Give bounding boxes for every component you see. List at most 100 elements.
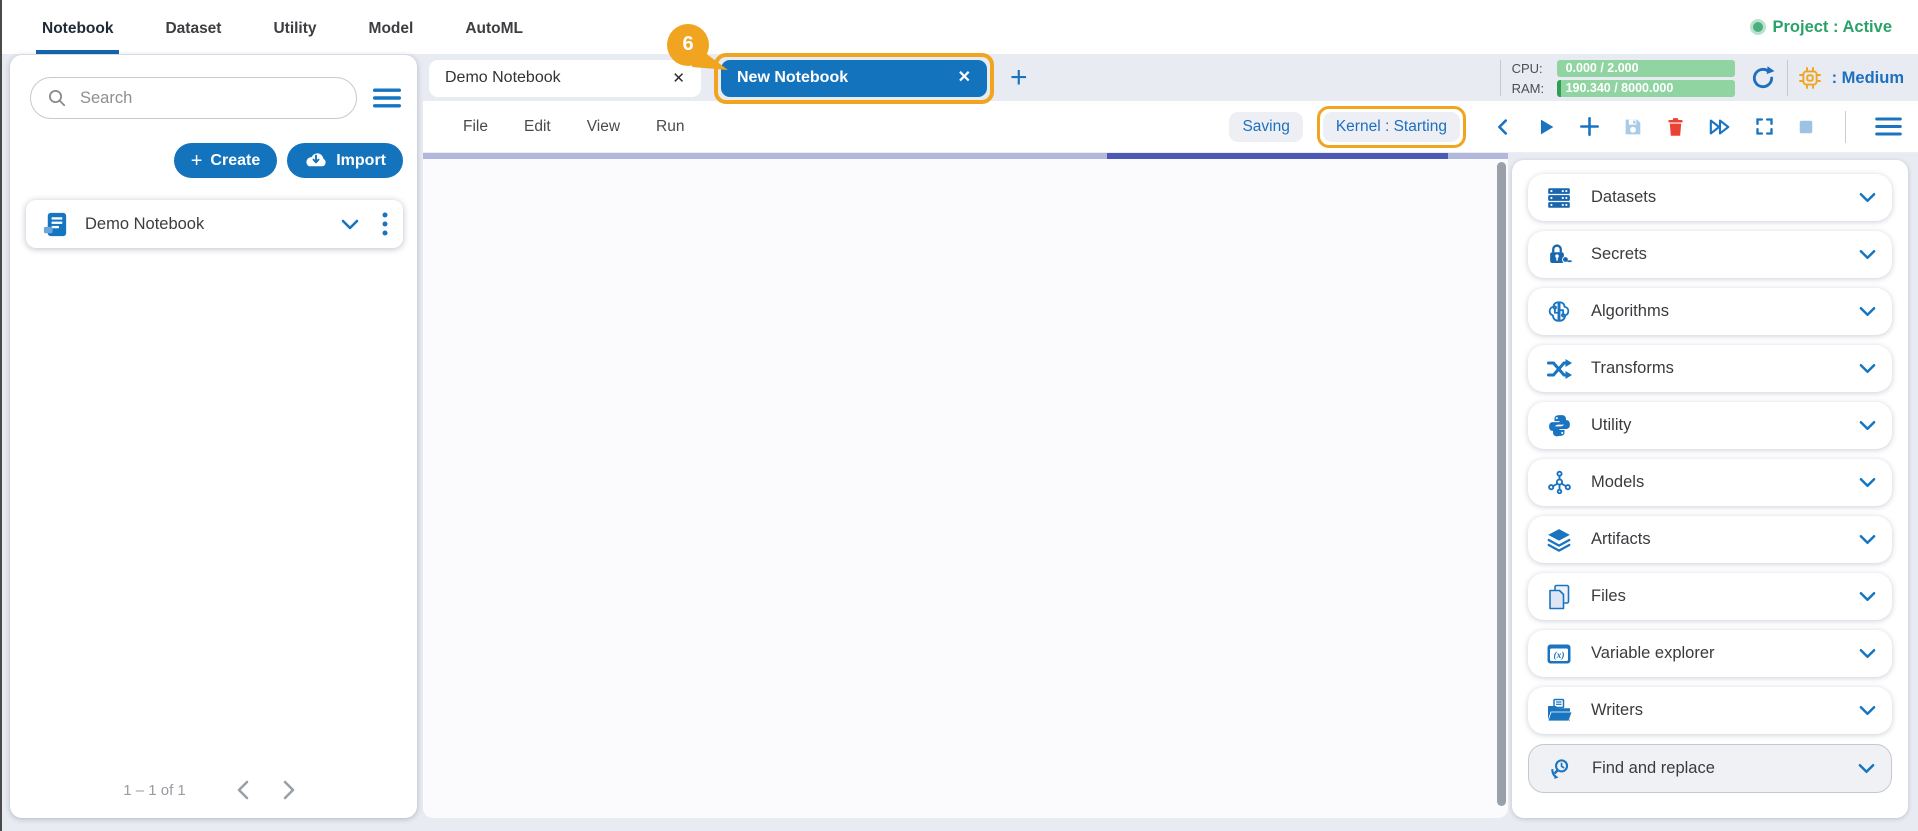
refresh-icon[interactable] [1750, 65, 1776, 91]
notebook-toolbar: File Edit View Run Saving Kernel : Start… [423, 101, 1918, 153]
chevron-down-icon[interactable] [1859, 648, 1876, 659]
nav-tab-model[interactable]: Model [363, 4, 420, 54]
annotation-ring-new-notebook: New Notebook ✕ [714, 52, 994, 104]
stop-icon[interactable] [1796, 117, 1816, 137]
panel-item-artifacts[interactable]: Artifacts [1528, 516, 1892, 563]
cpu-label: CPU: [1511, 60, 1543, 76]
panel-item-models[interactable]: Models [1528, 459, 1892, 506]
kernel-progress-bar [1106, 152, 1449, 159]
instance-size-label: : Medium [1831, 68, 1904, 87]
panel-item-files[interactable]: Files [1528, 573, 1892, 620]
annotation-ring-kernel: Kernel : Starting [1316, 105, 1466, 148]
menu-edit[interactable]: Edit [524, 118, 551, 136]
chevron-down-icon[interactable] [1859, 249, 1876, 260]
algorithms-icon [1544, 299, 1574, 325]
chevron-down-icon[interactable] [1859, 192, 1876, 203]
status-dot-icon [1753, 22, 1764, 32]
toolbar-menu-icon[interactable] [1875, 117, 1902, 136]
panel-item-utility[interactable]: Utility [1528, 402, 1892, 449]
kernel-status-badge: Kernel : Starting [1322, 111, 1460, 142]
cloud-download-icon [306, 153, 326, 167]
import-button[interactable]: Import [287, 143, 403, 178]
tab-new-notebook[interactable]: New Notebook ✕ [721, 59, 987, 97]
panel-item-transforms[interactable]: Transforms [1528, 345, 1892, 392]
vertical-scrollbar[interactable] [1497, 162, 1506, 806]
app-root: Notebook Dataset Utility Model AutoML Pr… [0, 0, 1918, 831]
pagination: 1 – 1 of 1 [10, 780, 417, 800]
models-icon [1544, 470, 1574, 495]
menu-run[interactable]: Run [656, 118, 684, 136]
tab-demo-notebook[interactable]: Demo Notebook ✕ [429, 59, 701, 97]
divider [1786, 60, 1788, 96]
window-edge [0, 0, 2, 831]
nav-tab-notebook[interactable]: Notebook [36, 4, 120, 54]
nav-tab-dataset[interactable]: Dataset [159, 4, 227, 54]
fullscreen-icon[interactable] [1754, 116, 1775, 137]
project-status-badge: Project : Active [1753, 0, 1892, 54]
panel-item-algorithms[interactable]: Algorithms [1528, 288, 1892, 335]
panel-item-datasets[interactable]: Datasets [1528, 174, 1892, 221]
notebook-content-area [423, 152, 1508, 818]
nav-tab-automl[interactable]: AutoML [459, 4, 529, 54]
divider [1845, 110, 1846, 143]
close-icon[interactable]: ✕ [672, 69, 685, 87]
main-nav: Notebook Dataset Utility Model AutoML [0, 4, 529, 54]
chevron-down-icon[interactable] [1859, 591, 1876, 602]
list-view-menu-icon[interactable] [373, 88, 401, 108]
page-prev-icon[interactable] [228, 780, 257, 800]
chevron-down-icon[interactable] [1859, 363, 1876, 374]
resource-usage: CPU: 0.000 / 2.000 RAM: 190.340 / 8000.0… [1499, 55, 1918, 101]
saving-status-badge: Saving [1229, 111, 1303, 142]
project-status-label: Project : Active [1772, 17, 1892, 36]
nav-tab-utility[interactable]: Utility [267, 4, 322, 54]
chip-icon [1798, 67, 1821, 89]
variable-explorer-icon: (x) [1544, 643, 1574, 665]
chevron-down-icon[interactable] [1858, 763, 1875, 774]
notebook-list-item[interactable]: Demo Notebook [26, 200, 403, 248]
notebook-item-label: Demo Notebook [85, 214, 205, 233]
datasets-icon [1544, 185, 1574, 211]
panel-item-secrets[interactable]: Secrets [1528, 231, 1892, 278]
panel-item-find-and-replace[interactable]: Find and replace [1528, 744, 1892, 793]
search-icon [49, 90, 66, 107]
chevron-down-icon[interactable] [1859, 534, 1876, 545]
panel-item-variable-explorer[interactable]: (x) Variable explorer [1528, 630, 1892, 677]
create-button[interactable]: + Create [173, 143, 278, 178]
tools-panel: Datasets Secrets Algorithms Transforms U… [1512, 160, 1908, 818]
run-cell-icon[interactable] [1535, 116, 1557, 138]
search-input[interactable]: Search [30, 77, 357, 119]
menu-file[interactable]: File [463, 118, 488, 136]
run-all-icon[interactable] [1707, 116, 1733, 138]
cpu-usage-pill: 0.000 / 2.000 [1556, 59, 1735, 77]
chevron-down-icon[interactable] [1859, 306, 1876, 317]
transforms-icon [1544, 357, 1574, 381]
search-placeholder: Search [80, 88, 133, 107]
page-next-icon[interactable] [275, 780, 304, 800]
chevron-down-icon[interactable] [1859, 420, 1876, 431]
svg-text:(x): (x) [1553, 650, 1564, 661]
writers-icon [1544, 698, 1574, 723]
save-icon[interactable] [1622, 116, 1644, 138]
chevron-down-icon[interactable] [1859, 477, 1876, 488]
add-tab-button[interactable]: + [1010, 63, 1028, 93]
kernel-progress-track [423, 152, 1508, 159]
find-replace-icon [1545, 756, 1575, 781]
top-nav: Notebook Dataset Utility Model AutoML Pr… [0, 0, 1918, 54]
artifacts-icon [1544, 527, 1574, 553]
pagination-label: 1 – 1 of 1 [123, 781, 186, 799]
ram-usage-pill: 190.340 / 8000.000 [1556, 79, 1735, 97]
python-icon [1544, 413, 1574, 438]
chevron-down-icon[interactable] [1859, 705, 1876, 716]
files-icon [1544, 584, 1574, 610]
notebook-list-panel: Search + Create Import Demo Notebook 1 –… [10, 55, 417, 818]
collapse-panel-icon[interactable] [1492, 116, 1514, 138]
divider [1499, 60, 1501, 96]
menu-view[interactable]: View [587, 118, 620, 136]
notebook-icon [43, 212, 67, 236]
chevron-down-icon[interactable] [341, 219, 359, 230]
plus-icon: + [190, 149, 203, 172]
delete-icon[interactable] [1665, 116, 1686, 138]
add-cell-icon[interactable] [1578, 115, 1601, 138]
panel-item-writers[interactable]: Writers [1528, 687, 1892, 734]
kebab-menu-icon[interactable] [382, 212, 388, 236]
